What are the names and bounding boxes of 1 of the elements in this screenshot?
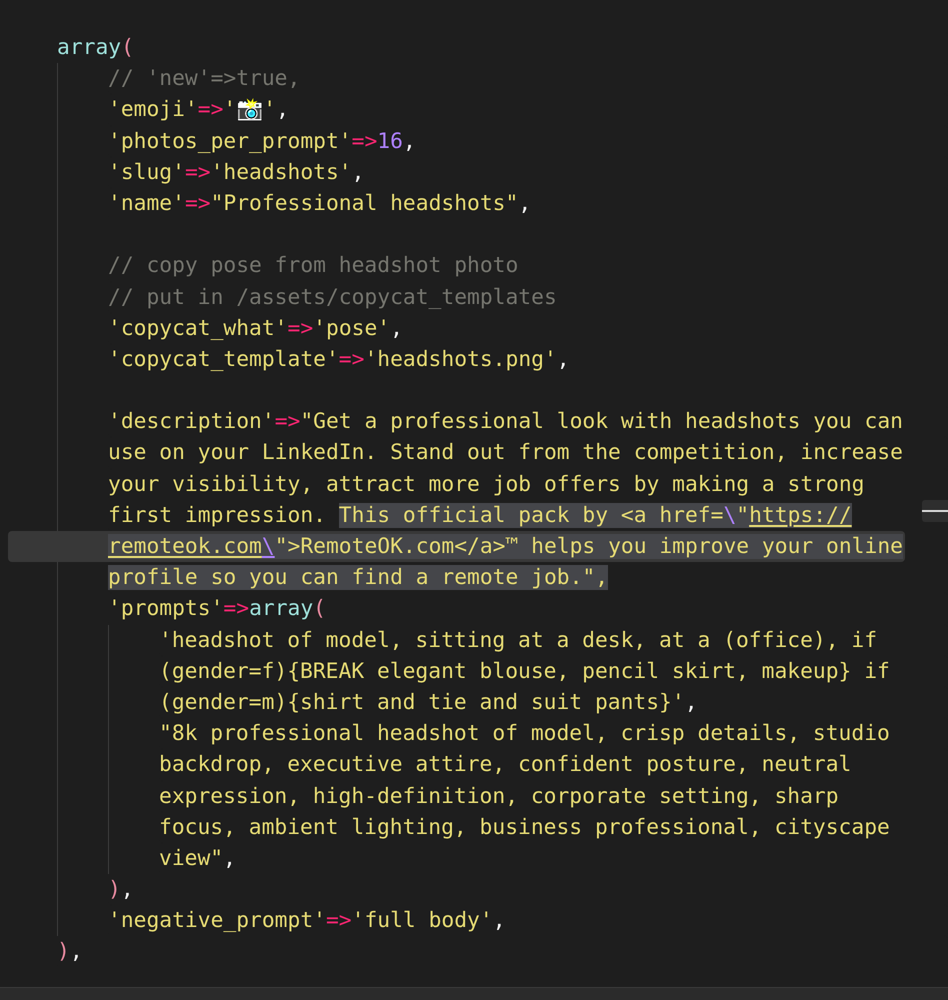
scroll-marker (922, 500, 948, 522)
